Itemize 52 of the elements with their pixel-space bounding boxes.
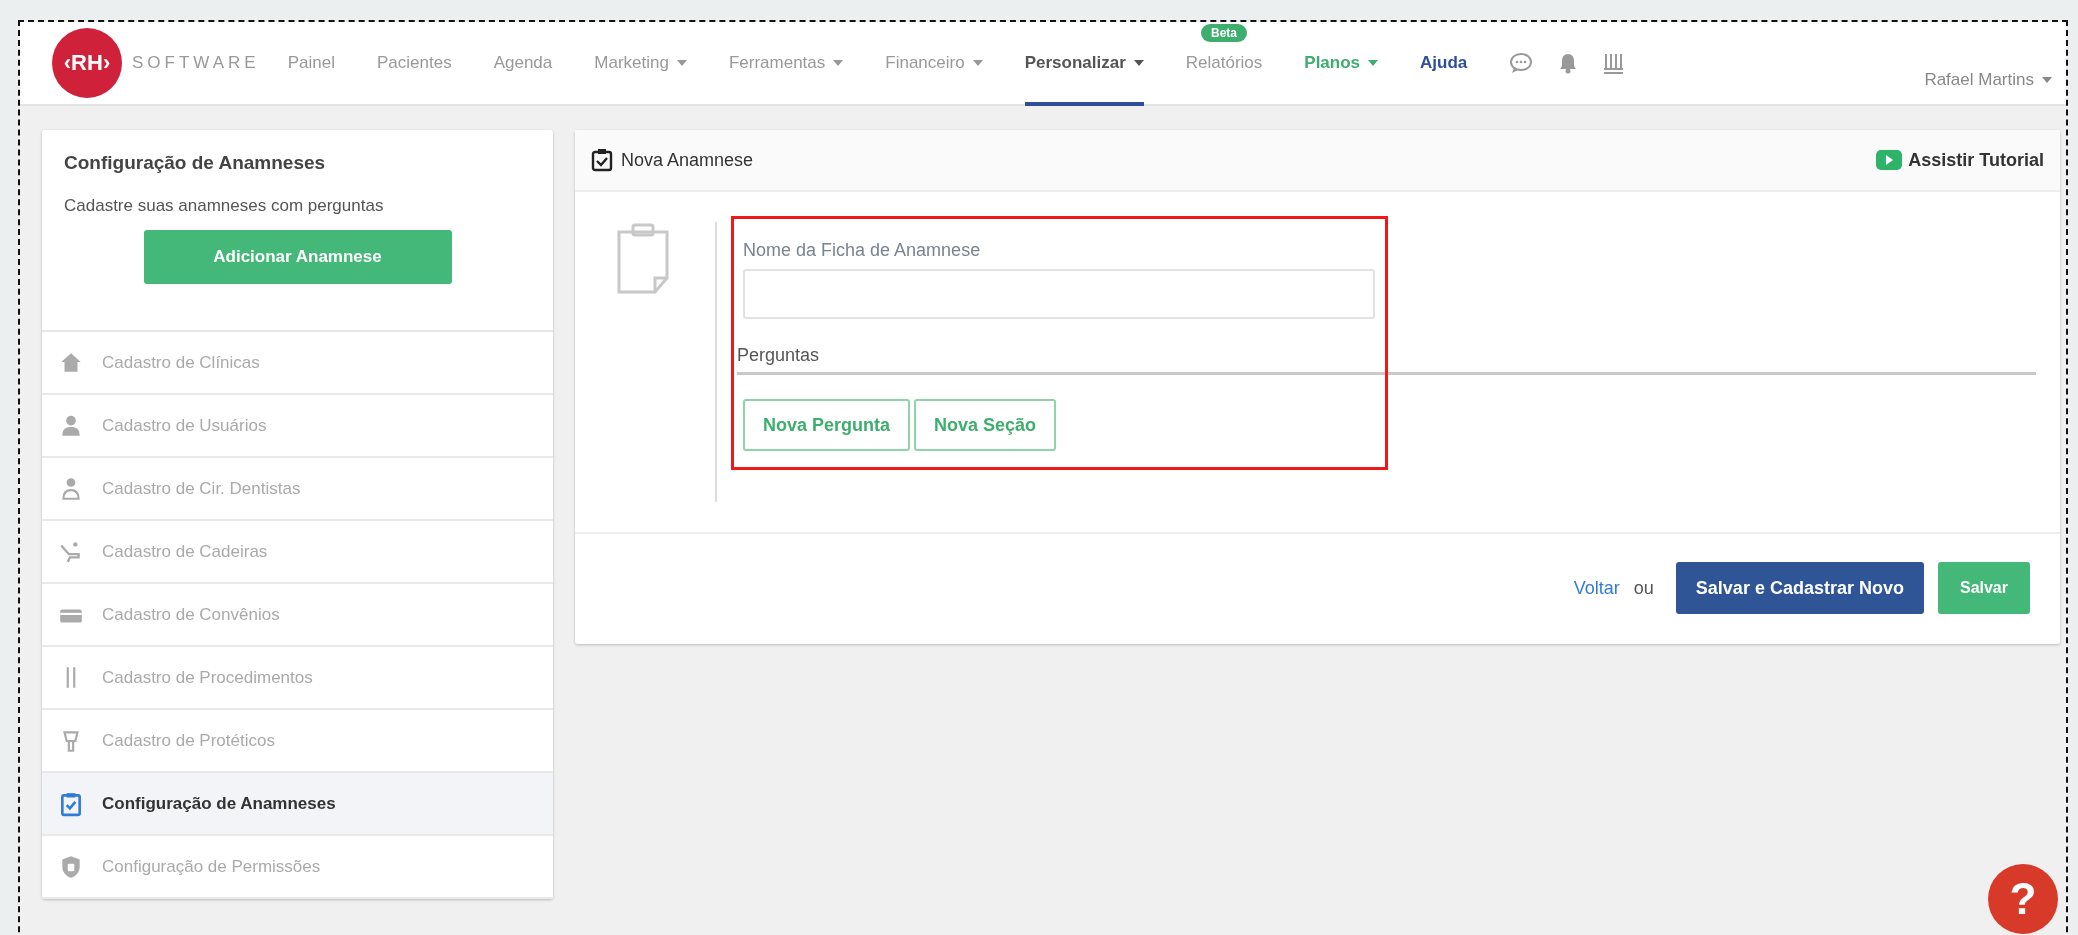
help-button[interactable]: ? [1988, 864, 2058, 934]
save-and-new-button[interactable]: Salvar e Cadastrar Novo [1675, 562, 1924, 614]
nav-item[interactable]: Beta Relatórios [1185, 22, 1263, 104]
sidebar-item-label: Cadastro de Clínicas [102, 352, 260, 373]
sidebar-item[interactable]: Cadastro de Cir. Dentistas [42, 458, 553, 521]
beta-badge: Beta [1201, 24, 1248, 42]
logo[interactable]: ‹RH› [52, 28, 122, 98]
play-icon [1876, 150, 1903, 170]
nav-item[interactable]: Ferramentas [728, 22, 844, 104]
sidebar-item[interactable]: Cadastro de Cadeiras [42, 521, 553, 584]
nav-item[interactable]: Personalizar [1024, 20, 1144, 106]
outline-button[interactable]: Nova Pergunta [743, 399, 911, 451]
add-anamnesis-button[interactable]: Adicionar Anamnese [143, 230, 452, 284]
sidebar-item-label: Cadastro de Cadeiras [102, 541, 268, 562]
sidebar-item-label: Configuração de Anamneses [102, 793, 336, 814]
sidebar-item-label: Cadastro de Protéticos [102, 730, 275, 751]
sidebar-item[interactable]: Configuração de Anamneses [42, 773, 553, 836]
clipboard-check-icon [591, 148, 613, 172]
nav-item[interactable]: Painel [287, 22, 335, 104]
sidebar-item[interactable]: Configuração de Permissões [42, 836, 553, 899]
panel-title: Nova Anamnese [621, 149, 754, 171]
sidebar-item[interactable]: Cadastro de Clínicas [42, 332, 553, 395]
save-button[interactable]: Salvar [1937, 562, 2030, 614]
chat-icon[interactable] [1509, 52, 1534, 74]
sidebar-item-label: Cadastro de Cir. Dentistas [102, 478, 301, 499]
nav-item[interactable]: Planos [1304, 22, 1379, 104]
sidebar-item-label: Configuração de Permissões [102, 856, 321, 877]
field-label: Nome da Ficha de Anamnese [743, 240, 982, 261]
sidebar-subtitle: Cadastre suas anamneses com perguntas [64, 196, 385, 216]
sidebar-item[interactable]: Cadastro de Procedimentos [42, 647, 553, 710]
sidebar-item-label: Cadastro de Usuários [102, 415, 267, 436]
sidebar-title: Configuração de Anamneses [64, 152, 327, 174]
caret-icon [2042, 77, 2052, 83]
nav-item[interactable]: Marketing [594, 22, 687, 104]
outline-button[interactable]: Nova Seção [914, 399, 1057, 451]
nav-item[interactable]: Pacientes [376, 22, 452, 104]
user-menu[interactable]: Rafael Martins [1924, 70, 2052, 90]
section-label: Perguntas [737, 345, 820, 365]
sidebar-item-label: Cadastro de Procedimentos [102, 667, 313, 688]
tutorial-link[interactable]: Assistir Tutorial [1876, 149, 2044, 171]
brand-name: SOFTWARE [132, 53, 260, 73]
input-field[interactable] [743, 269, 1375, 319]
bell-icon[interactable] [1559, 52, 1578, 74]
clipboard-icon [615, 222, 671, 294]
sidebar-item-label: Cadastro de Convênios [102, 604, 280, 625]
nav-item[interactable]: Agenda [493, 22, 553, 104]
back-link[interactable]: Voltar [1573, 577, 1620, 599]
or-text: ou [1633, 577, 1654, 599]
sidebar-item[interactable]: Cadastro de Convênios [42, 584, 553, 647]
sidebar-item[interactable]: Cadastro de Usuários [42, 395, 553, 458]
nav-item[interactable]: Financeiro [885, 22, 983, 104]
nav-item[interactable]: Ajuda [1420, 22, 1468, 104]
